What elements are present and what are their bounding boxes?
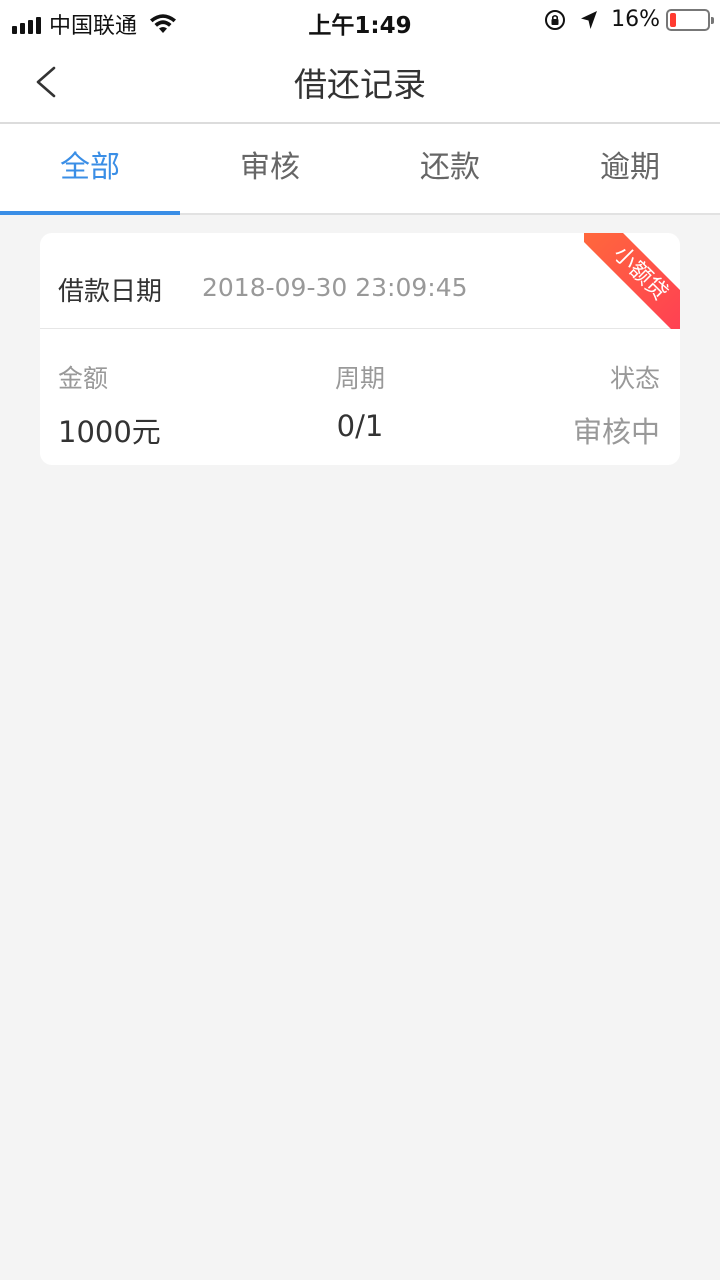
tab-review[interactable]: 审核 xyxy=(180,124,360,213)
location-arrow-icon xyxy=(581,10,598,29)
period-label: 周期 xyxy=(334,364,385,393)
status-bar: 中国联通 上午1:49 16% xyxy=(0,0,720,40)
status-value: 审核中 xyxy=(572,415,660,449)
amount-column: 金额 1000元 xyxy=(58,359,161,451)
period-column: 周期 0/1 xyxy=(300,359,420,443)
status-label: 状态 xyxy=(609,364,660,393)
battery-icon xyxy=(666,8,714,31)
amount-label: 金额 xyxy=(58,364,109,393)
tab-overdue[interactable]: 逾期 xyxy=(540,124,720,213)
nav-bar: 借还记录 xyxy=(0,40,720,124)
product-tag-label: 小额贷 xyxy=(584,233,680,329)
rotation-lock-icon xyxy=(545,9,566,30)
battery-percent: 16% xyxy=(611,7,660,32)
loan-date-value: 2018-09-30 23:09:45 xyxy=(202,273,468,302)
status-right: 16% xyxy=(543,7,714,32)
product-tag: 小额贷 xyxy=(584,233,680,329)
loan-record-card[interactable]: 借款日期 2018-09-30 23:09:45 小额贷 金额 1000元 周期… xyxy=(40,233,680,465)
tab-repayment[interactable]: 还款 xyxy=(360,124,540,213)
card-header: 借款日期 2018-09-30 23:09:45 小额贷 xyxy=(40,233,680,329)
tab-all[interactable]: 全部 xyxy=(0,124,180,215)
amount-value: 1000元 xyxy=(58,415,161,449)
battery-fill xyxy=(670,12,676,27)
tab-bar: 全部 审核 还款 逾期 xyxy=(0,124,720,215)
loan-date-label: 借款日期 xyxy=(58,277,163,307)
period-value: 0/1 xyxy=(336,409,384,443)
page-title: 借还记录 xyxy=(294,65,426,104)
status-column: 状态 审核中 xyxy=(573,359,660,451)
